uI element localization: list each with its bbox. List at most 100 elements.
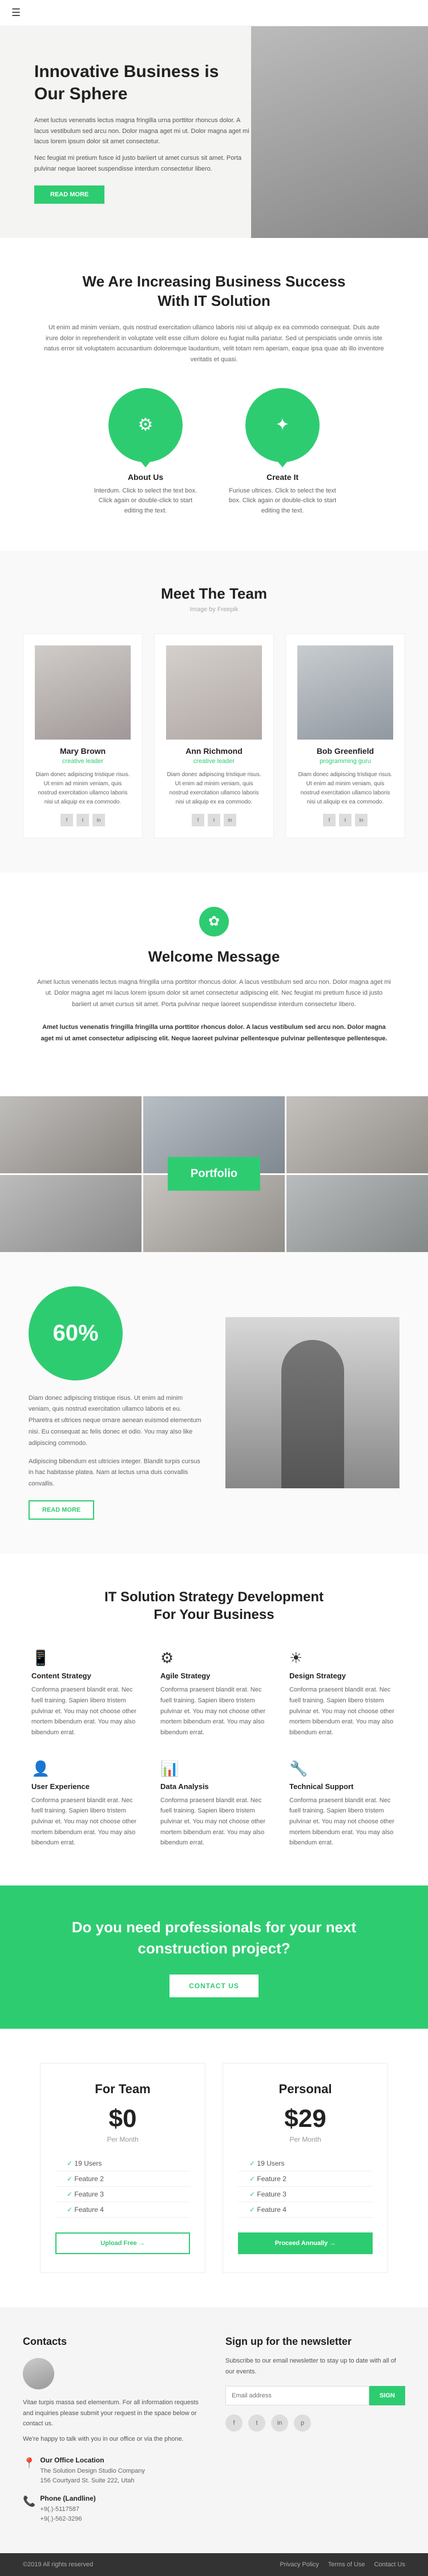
contacts-section: Contacts Vitae turpis massa sed elementu…: [0, 2307, 428, 2553]
team-section: Meet The Team Image by Freepik Mary Brow…: [0, 551, 428, 873]
pricing-feature-personal-0: ✓ 19 Users: [238, 2156, 373, 2171]
phone-title: Phone (Landline): [40, 2494, 95, 2502]
strategy-title-5: Technical Support: [289, 1782, 397, 1791]
pricing-section: For Team $0 Per Month ✓ 19 Users ✓ Featu…: [0, 2029, 428, 2307]
increasing-section: We Are Increasing Business Success With …: [0, 238, 428, 550]
pricing-tier-team: For Team: [55, 2082, 190, 2097]
team-desc-bob: Diam donec adipiscing tristique risus. U…: [297, 770, 393, 807]
pricing-period-personal: Per Month: [238, 2135, 373, 2143]
strategy-title-0: Content Strategy: [31, 1671, 139, 1680]
strategy-title: IT Solution Strategy Development For You…: [100, 1588, 328, 1624]
team-desc-ann: Diam donec adipiscing tristique risus. U…: [166, 770, 262, 807]
social-tw-bob[interactable]: t: [339, 814, 352, 826]
strategy-grid: 📱 Content Strategy Conforma praesent bla…: [29, 1646, 399, 1851]
contacts-left: Contacts Vitae turpis massa sed elementu…: [23, 2336, 203, 2525]
phone-text: +9(.)-5117587 +9(.)-562-3296: [40, 2505, 95, 2525]
about-text: Interdum. Click to select the text box. …: [91, 486, 200, 516]
footer-link-contact[interactable]: Contact Us: [374, 2561, 405, 2568]
social-fb-ann[interactable]: f: [192, 814, 204, 826]
team-subtitle: Image by Freepik: [23, 606, 405, 613]
sixty-read-more-button[interactable]: READ MORE: [29, 1500, 94, 1520]
strategy-item-2: ☀ Design Strategy Conforma praesent blan…: [286, 1646, 399, 1741]
newsletter-social-row: f t in p: [225, 2415, 405, 2432]
pricing-tier-personal: Personal: [238, 2082, 373, 2097]
createit-icon: ✦: [275, 415, 289, 435]
social-in-mary[interactable]: in: [92, 814, 105, 826]
social-tw-ann[interactable]: t: [208, 814, 220, 826]
sixty-photo: [225, 1317, 399, 1488]
address-text: The Solution Design Studio Company 156 C…: [40, 2466, 144, 2486]
contacts-info-text: Vitae turpis massa sed elementum. For al…: [23, 2397, 203, 2429]
strategy-item-3: 👤 User Experience Conforma praesent blan…: [29, 1757, 142, 1851]
team-name-bob: Bob Greenfield: [297, 746, 393, 756]
strategy-title-4: Data Analysis: [160, 1782, 268, 1791]
contacts-address-row: 📍 Our Office Location The Solution Desig…: [23, 2456, 203, 2486]
team-role-bob: programming guru: [297, 758, 393, 765]
sixty-right: [225, 1317, 399, 1488]
hero-title: Innovative Business is Our Sphere: [34, 60, 251, 105]
pricing-price-personal: $29: [238, 2105, 373, 2133]
hero-image: [251, 26, 428, 238]
hero-paragraph1: Amet luctus venenatis lectus magna fring…: [34, 115, 251, 147]
team-name-mary: Mary Brown: [35, 746, 131, 756]
createit-card: ✦ Create It Furiuse ultrices. Click to s…: [228, 388, 337, 516]
social-twitter[interactable]: t: [248, 2415, 265, 2432]
strategy-text-5: Conforma praesent blandit erat. Nec fuel…: [289, 1795, 397, 1848]
createit-text: Furiuse ultrices. Click to select the te…: [228, 486, 337, 516]
team-card-ann: Ann Richmond creative leader Diam donec …: [154, 633, 274, 838]
pricing-proceed-annually-button[interactable]: Proceed Annually →: [238, 2232, 373, 2254]
team-row: Mary Brown creative leader Diam donec ad…: [23, 633, 405, 838]
contacts-phone-row: 📞 Phone (Landline) +9(.)-5117587 +9(.)-5…: [23, 2494, 203, 2525]
strategy-item-1: ⚙ Agile Strategy Conforma praesent bland…: [158, 1646, 270, 1741]
team-photo-bob: [297, 645, 393, 740]
team-card-bob: Bob Greenfield programming guru Diam don…: [285, 633, 405, 838]
newsletter-sign-button[interactable]: SIGN: [369, 2386, 405, 2405]
social-fb-bob[interactable]: f: [323, 814, 336, 826]
strategy-icon-0: 📱: [31, 1649, 139, 1667]
team-social-mary: f t in: [35, 814, 131, 826]
pricing-feature-team-1: ✓ Feature 2: [55, 2171, 190, 2187]
newsletter-title: Sign up for the newsletter: [225, 2336, 405, 2348]
pricing-feature-personal-2: ✓ Feature 3: [238, 2187, 373, 2202]
address-title: Our Office Location: [40, 2456, 144, 2464]
team-card-mary: Mary Brown creative leader Diam donec ad…: [23, 633, 143, 838]
hamburger-icon[interactable]: ☰: [11, 7, 21, 19]
strategy-text-2: Conforma praesent blandit erat. Nec fuel…: [289, 1685, 397, 1738]
strategy-icon-3: 👤: [31, 1760, 139, 1778]
pricing-feature-team-0: ✓ 19 Users: [55, 2156, 190, 2171]
team-title: Meet The Team: [23, 585, 405, 603]
strategy-section: IT Solution Strategy Development For You…: [0, 1554, 428, 1885]
social-facebook[interactable]: f: [225, 2415, 243, 2432]
footer-link-terms[interactable]: Terms of Use: [328, 2561, 365, 2568]
social-in-bob[interactable]: in: [355, 814, 368, 826]
strategy-icon-4: 📊: [160, 1760, 268, 1778]
contact-us-button[interactable]: CONTACT US: [169, 1975, 259, 1997]
pricing-upload-free-button[interactable]: Upload Free →: [55, 2232, 190, 2254]
social-fb-mary[interactable]: f: [60, 814, 73, 826]
team-role-mary: creative leader: [35, 758, 131, 765]
strategy-icon-5: 🔧: [289, 1760, 397, 1778]
footer-link-privacy[interactable]: Privacy Policy: [280, 2561, 318, 2568]
social-tw-mary[interactable]: t: [76, 814, 89, 826]
cta-section: Do you need professionals for your next …: [0, 1885, 428, 2029]
social-pinterest[interactable]: p: [294, 2415, 311, 2432]
pricing-price-team: $0: [55, 2105, 190, 2133]
portfolio-label[interactable]: Portfolio: [168, 1157, 260, 1191]
hero-read-more-button[interactable]: READ MORE: [34, 185, 104, 204]
sixty-left: 60% Diam donec adipiscing tristique risu…: [29, 1286, 203, 1520]
newsletter-form: SIGN: [225, 2386, 405, 2405]
strategy-text-4: Conforma praesent blandit erat. Nec fuel…: [160, 1795, 268, 1848]
social-linkedin[interactable]: in: [271, 2415, 288, 2432]
newsletter-email-input[interactable]: [225, 2386, 369, 2405]
team-photo-mary: [35, 645, 131, 740]
team-social-bob: f t in: [297, 814, 393, 826]
social-in-ann[interactable]: in: [224, 814, 236, 826]
pricing-feature-personal-1: ✓ Feature 2: [238, 2171, 373, 2187]
navbar: ☰: [0, 0, 428, 26]
about-circle[interactable]: ⚙: [108, 388, 183, 462]
newsletter-text: Subscribe to our email newsletter to sta…: [225, 2356, 405, 2377]
footer-copyright: ©2019 All rights reserved: [23, 2561, 93, 2568]
team-desc-mary: Diam donec adipiscing tristique risus. U…: [35, 770, 131, 807]
createit-circle[interactable]: ✦: [245, 388, 320, 462]
portfolio-cell-3: [286, 1096, 428, 1173]
